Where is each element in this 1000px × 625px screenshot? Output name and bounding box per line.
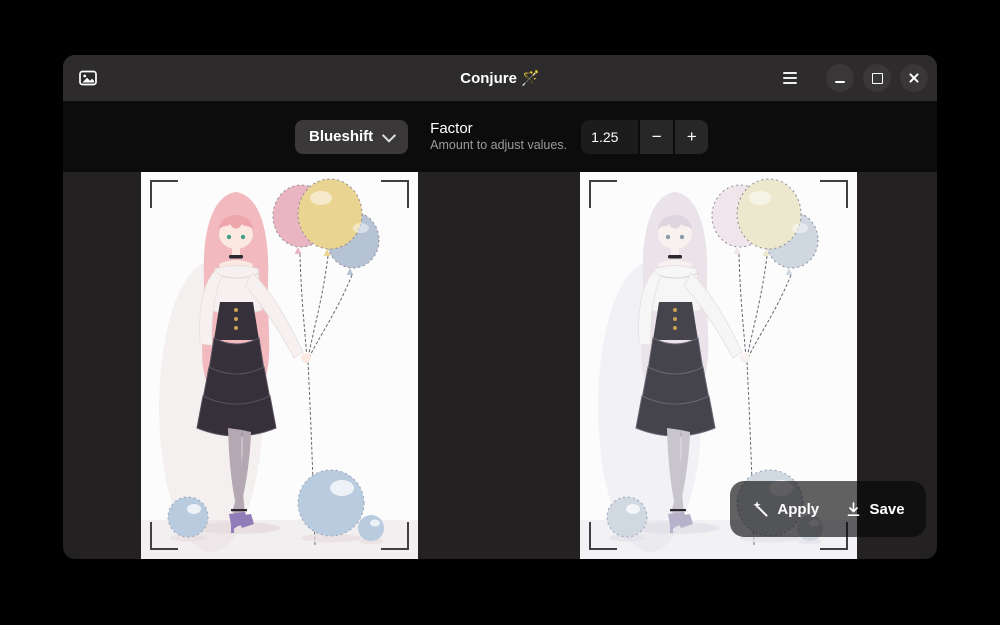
minimize-button[interactable]: [826, 64, 854, 92]
factor-title: Factor: [430, 121, 573, 136]
hamburger-menu-icon: [783, 72, 797, 74]
before-image: [141, 172, 418, 559]
close-icon: [908, 72, 920, 84]
chevron-down-icon: [382, 128, 396, 142]
factor-label-group: Factor Amount to adjust values.: [430, 121, 573, 153]
download-icon: [845, 501, 862, 518]
filter-selected-label: Blueshift: [309, 128, 373, 145]
decrease-button[interactable]: −: [640, 120, 673, 154]
crop-corner-icon: [381, 180, 409, 208]
crop-corner-icon: [381, 522, 409, 550]
plus-icon: +: [687, 127, 697, 147]
apply-label: Apply: [777, 501, 819, 518]
toolbar: Blueshift Factor Amount to adjust values…: [63, 101, 937, 172]
original-artwork: [141, 172, 418, 559]
close-button[interactable]: [900, 64, 928, 92]
minus-icon: −: [652, 127, 662, 147]
magic-wand-icon: [751, 500, 769, 518]
save-label: Save: [870, 501, 905, 518]
app-icon-button[interactable]: [72, 62, 104, 94]
increase-button[interactable]: +: [675, 120, 708, 154]
crop-corner-icon: [150, 180, 178, 208]
content-area: Apply Save: [63, 172, 937, 559]
conjure-window: Conjure 🪄 Blueshift: [63, 55, 937, 559]
action-bar: Apply Save: [730, 481, 926, 537]
crop-corner-icon: [589, 180, 617, 208]
image-icon: [78, 68, 98, 88]
crop-corner-icon: [820, 180, 848, 208]
save-button[interactable]: Save: [837, 495, 913, 524]
crop-corner-icon: [589, 522, 617, 550]
maximize-icon: [872, 73, 883, 84]
factor-subtitle: Amount to adjust values.: [430, 139, 573, 153]
desktop-background: Conjure 🪄 Blueshift: [0, 0, 1000, 625]
apply-button[interactable]: Apply: [743, 494, 827, 524]
factor-spinbutton: − +: [581, 120, 708, 154]
crop-corner-icon: [150, 522, 178, 550]
headerbar: Conjure 🪄: [63, 55, 937, 101]
factor-input[interactable]: [581, 120, 638, 154]
maximize-button[interactable]: [863, 64, 891, 92]
minimize-icon: [835, 81, 845, 83]
hamburger-menu-button[interactable]: [775, 63, 805, 93]
filter-dropdown[interactable]: Blueshift: [295, 120, 408, 154]
window-controls: [775, 63, 928, 93]
window-title: Conjure 🪄: [460, 69, 540, 87]
